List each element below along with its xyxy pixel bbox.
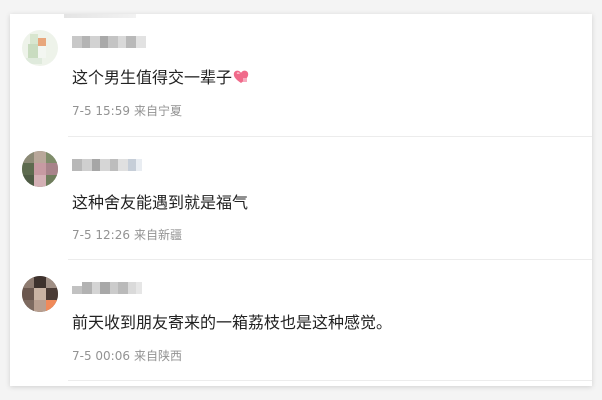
comment-meta: 7-5 12:26 来自新疆 [72,227,182,243]
timestamp: 7-5 15:59 [72,104,130,118]
timestamp: 7-5 12:26 [72,228,130,242]
timestamp: 7-5 00:06 [72,349,130,363]
location: 来自新疆 [134,228,183,242]
comment-item: 这种舍友能遇到就是福气 7-5 12:26 来自新疆 [10,137,592,260]
comment-item: 前天收到朋友寄来的一箱荔枝也是这种感觉。 7-5 00:06 来自陕西 [10,260,592,383]
avatar[interactable] [22,276,58,312]
comment-text: 这种舍友能遇到就是福气 [72,193,249,212]
comment-meta: 7-5 00:06 来自陕西 [72,348,182,364]
comment-item: 这个男生值得交一辈子 7-5 15:59 来自宁夏 [10,14,592,137]
comment-text: 前天收到朋友寄来的一箱荔枝也是这种感觉。 [72,313,393,332]
comment-text: 这个男生值得交一辈子 [72,67,249,89]
comment-meta: 7-5 15:59 来自宁夏 [72,103,182,119]
location: 来自陕西 [134,349,183,363]
username[interactable] [72,280,142,296]
comment-list: 这个男生值得交一辈子 7-5 15:59 来自宁夏 这种舍友能遇到就是福气 7-… [10,14,592,386]
avatar[interactable] [22,30,58,66]
divider [68,380,592,381]
username[interactable] [72,157,142,173]
username[interactable] [72,34,146,50]
location: 来自宁夏 [134,104,183,118]
avatar[interactable] [22,151,58,187]
heart-emoji-icon [233,70,249,83]
